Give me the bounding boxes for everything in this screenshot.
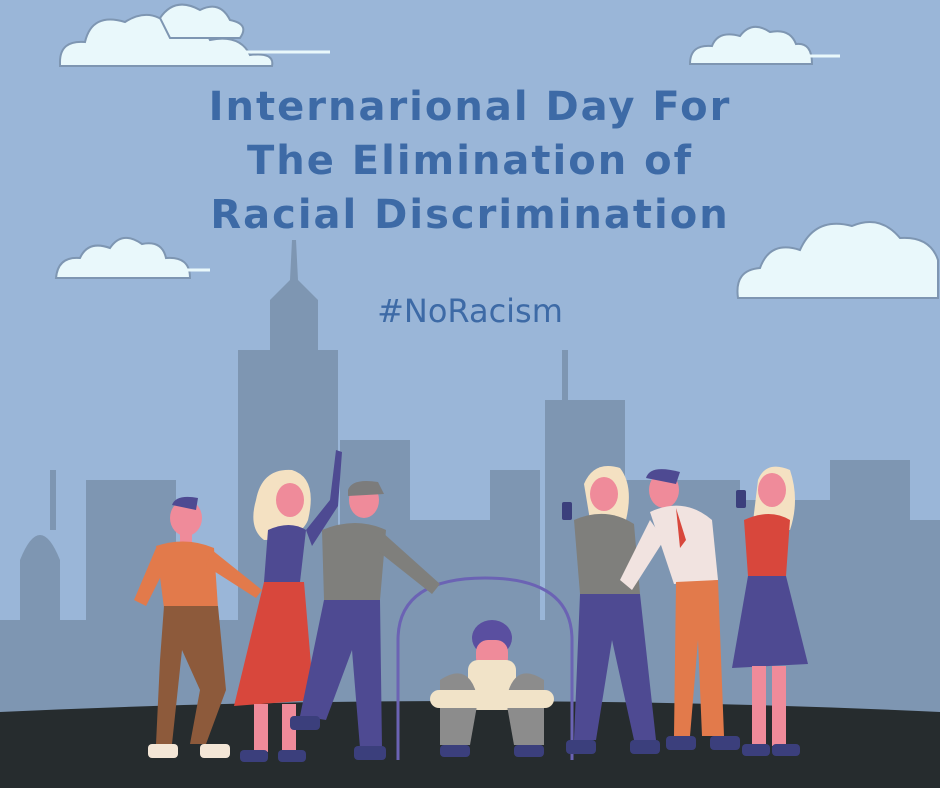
cloud-top-right: [688, 25, 840, 65]
poster: Internarional Day For The Elimination of…: [0, 0, 940, 788]
cloud-mid-left: [54, 237, 210, 279]
hashtag: #NoRacism: [377, 292, 563, 330]
cloud-top-left: [59, 3, 330, 67]
title-line: Racial Discrimination: [210, 192, 730, 238]
poster-title: Internarional Day For The Elimination of…: [0, 80, 940, 242]
title-line: The Elimination of: [246, 138, 694, 184]
title-line: Internarional Day For: [208, 84, 732, 130]
